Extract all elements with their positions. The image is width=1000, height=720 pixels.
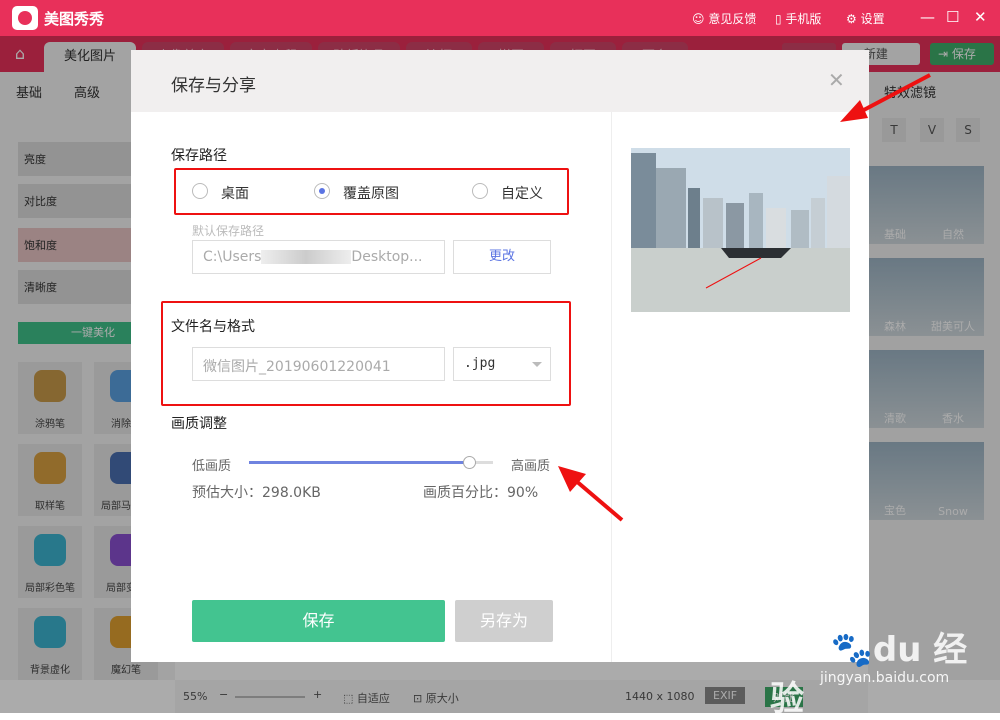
baidu-watermark: Bai🐾du 经验 jingyan.baidu.com <box>770 612 995 719</box>
watermark-url: jingyan.baidu.com <box>820 670 950 686</box>
annotation-arrows <box>558 73 931 522</box>
